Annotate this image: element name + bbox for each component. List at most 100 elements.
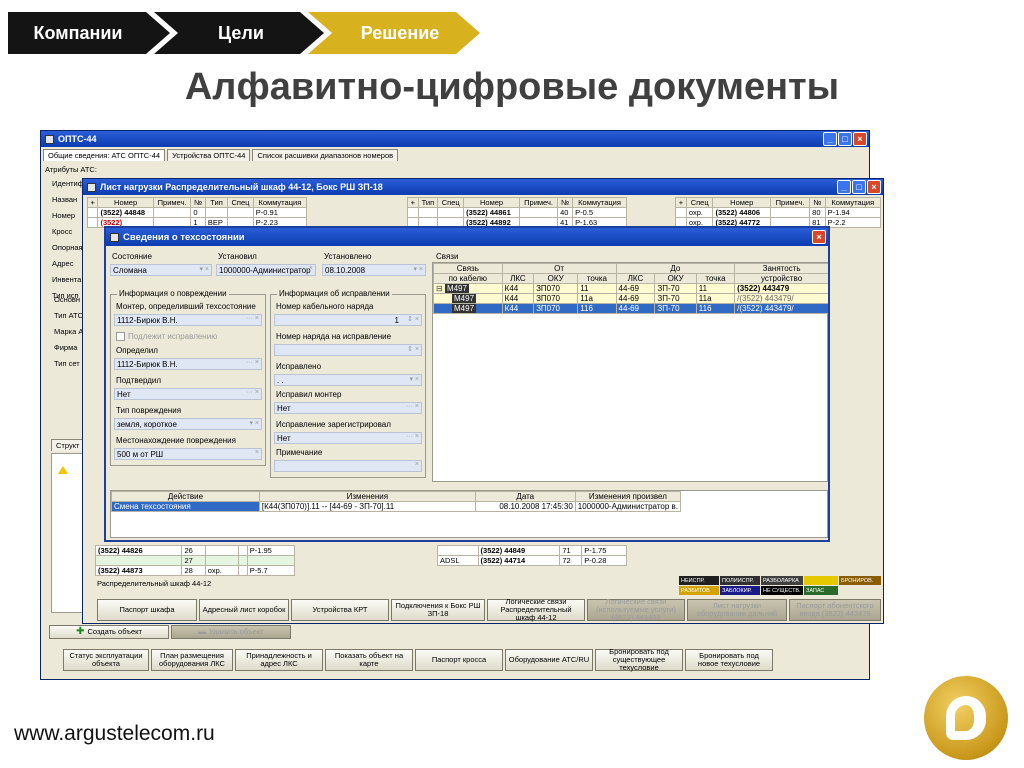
col-header[interactable]: Изменения: [258, 491, 476, 502]
far-load-sheet-button[interactable]: Лист нагрузки оборудования дальний: [687, 599, 787, 621]
checkbox-icon[interactable]: [116, 332, 125, 341]
calendar-icon[interactable]: ▾ ×: [413, 265, 423, 273]
col-header[interactable]: Коммутация: [252, 197, 308, 208]
col-header[interactable]: по кабелю: [433, 273, 503, 284]
logical-links-button[interactable]: Логические связи Распределительный шкаф …: [487, 598, 585, 622]
col-header[interactable]: ОКУ: [533, 273, 579, 284]
footer-url[interactable]: www.argustelecom.ru: [14, 722, 215, 746]
table-row[interactable]: (3522) 44849 71 Р-1.75: [437, 545, 627, 556]
dialog-titlebar[interactable]: Сведения о техсостоянии ×: [106, 228, 828, 246]
nav-step-solution[interactable]: Решение: [308, 12, 480, 54]
close-icon[interactable]: ×: [812, 230, 826, 244]
col-header[interactable]: ЛКС: [615, 273, 656, 284]
note-field[interactable]: ×: [274, 460, 422, 472]
close-icon[interactable]: ×: [867, 180, 881, 194]
delete-object-button[interactable]: ▬ Удалить объект: [171, 625, 291, 639]
table-row[interactable]: 27: [94, 555, 296, 566]
fixed-date-field[interactable]: . . ▾ ×: [274, 374, 422, 386]
collapse-icon[interactable]: ⊟: [436, 285, 443, 293]
col-header[interactable]: Спец: [437, 197, 465, 208]
fitter-field[interactable]: 1112-Бирюк В.Н. ··· ×: [114, 314, 262, 326]
reserve-existing-button[interactable]: Бронировать под существующее техусловие: [595, 648, 683, 672]
state-field[interactable]: Сломана ▾ ×: [110, 264, 212, 276]
cable-order-field[interactable]: 1 ⇕ ×: [274, 314, 422, 326]
ellipsis-icon[interactable]: ··· ×: [406, 403, 419, 410]
create-object-button[interactable]: ✚ Создать объект: [49, 625, 169, 639]
cabinet-passport-button[interactable]: Паспорт шкафа: [97, 599, 197, 621]
col-header[interactable]: Спец: [227, 197, 254, 208]
col-header[interactable]: Связь: [433, 263, 503, 274]
logical-links-used-button[interactable]: Логические связи (используемые услуги) (…: [587, 598, 685, 622]
col-header[interactable]: +: [675, 197, 687, 208]
col-header[interactable]: Спец: [685, 197, 714, 208]
dropdown-icon[interactable]: ▾ ×: [199, 265, 209, 273]
col-header[interactable]: №: [190, 197, 206, 208]
fixed-by-field[interactable]: Нет ··· ×: [274, 402, 422, 414]
col-header[interactable]: +: [407, 197, 419, 208]
fix-registered-field[interactable]: Нет ··· ×: [274, 432, 422, 444]
main-window-titlebar[interactable]: ОПТС-44 _ □ ×: [41, 131, 869, 147]
col-header[interactable]: ЛКС: [501, 273, 535, 284]
cross-passport-button[interactable]: Паспорт кросса: [415, 649, 503, 671]
table-row[interactable]: ADSL (3522) 44714 72 Р-0.28: [437, 555, 627, 566]
col-header[interactable]: Дата: [474, 491, 576, 502]
minimize-icon[interactable]: _: [837, 180, 851, 194]
dropdown-icon[interactable]: ▾ ×: [249, 419, 259, 427]
table-row[interactable]: (3522) 44826 26 Р-1.95: [94, 545, 296, 556]
col-header[interactable]: Номер: [97, 197, 154, 208]
col-header[interactable]: точка: [695, 273, 736, 284]
box-connections-button[interactable]: Подключения к Бокс РШ ЗП-18: [391, 599, 485, 621]
col-header[interactable]: №: [809, 197, 826, 208]
load-sheet-titlebar[interactable]: Лист нагрузки Распределительный шкаф 44-…: [83, 179, 883, 195]
ellipsis-icon[interactable]: ··· ×: [300, 265, 313, 272]
col-header[interactable]: От: [501, 263, 617, 274]
col-header[interactable]: Номер: [712, 197, 771, 208]
col-header[interactable]: №: [557, 197, 574, 208]
col-header[interactable]: Занятость: [734, 263, 828, 274]
tab-ranges[interactable]: Список расшивки диапазонов номеров: [252, 149, 399, 161]
col-header[interactable]: Действие: [111, 491, 260, 502]
col-header[interactable]: Номер: [463, 197, 521, 208]
status-button[interactable]: Статус эксплуатации объекта: [63, 649, 149, 671]
table-row[interactable]: охр. (3522) 44806 80 Р-1.94: [675, 207, 882, 218]
needs-fix-checkbox[interactable]: Подлежит исправлению: [116, 332, 217, 341]
spinner-icon[interactable]: ⇕ ×: [407, 315, 419, 323]
ellipsis-icon[interactable]: ··· ×: [246, 389, 259, 396]
col-header[interactable]: До: [615, 263, 736, 274]
table-row[interactable]: М497 К44 ЗП070 11а 44-69 ЗП-70 11а /(352…: [433, 293, 828, 304]
ellipsis-icon[interactable]: ··· ×: [406, 433, 419, 440]
tab-general[interactable]: Общие сведения: АТС ОПТС-44: [43, 149, 166, 161]
ellipsis-icon[interactable]: ··· ×: [246, 359, 259, 366]
table-row[interactable]: (3522) 44861 40 Р-0.5: [407, 207, 627, 218]
tab-devices[interactable]: Устройства ОПТС-44: [167, 149, 251, 161]
repair-order-field[interactable]: ⇕ ×: [274, 344, 422, 356]
col-header[interactable]: Тип: [417, 197, 439, 208]
address-button[interactable]: Принадлежность и адрес ЛКС: [235, 649, 323, 671]
col-header[interactable]: Коммутация: [572, 197, 627, 208]
damage-type-field[interactable]: земля, короткое ▾ ×: [114, 418, 262, 430]
show-on-map-button[interactable]: Показать объект на карте: [325, 649, 413, 671]
col-header[interactable]: Примеч.: [152, 197, 192, 208]
table-row[interactable]: ⊟ М497 К44 ЗП070 11 44-69 ЗП-70 11 (3522…: [433, 283, 828, 294]
clear-icon[interactable]: ×: [415, 461, 419, 468]
table-row-selected[interactable]: М497 К44 ЗП070 116 44-69 ЗП-70 116 /(352…: [433, 303, 828, 314]
clear-icon[interactable]: ×: [255, 449, 259, 456]
tab-structure[interactable]: Структ: [51, 439, 85, 451]
col-header[interactable]: устройство: [734, 273, 828, 284]
close-icon[interactable]: ×: [853, 132, 867, 146]
maximize-icon[interactable]: □: [838, 132, 852, 146]
col-header[interactable]: ОКУ: [654, 273, 697, 284]
col-header[interactable]: Примеч.: [769, 197, 811, 208]
location-field[interactable]: 500 м от РШ ×: [114, 448, 262, 460]
address-list-button[interactable]: Адресный лист коробок: [199, 599, 289, 621]
krt-devices-button[interactable]: Устройства КРТ: [291, 599, 389, 621]
nav-step-companies[interactable]: Компании: [8, 12, 170, 54]
placement-plan-button[interactable]: План размещения оборудования ЛКС: [151, 649, 233, 671]
col-header[interactable]: +: [86, 197, 99, 208]
ellipsis-icon[interactable]: ··· ×: [246, 315, 259, 322]
installed-by-field[interactable]: 1000000-Администратор ··· ×: [216, 264, 316, 276]
nav-step-goals[interactable]: Цели: [154, 12, 324, 54]
determined-field[interactable]: 1112-Бирюк В.Н. ··· ×: [114, 358, 262, 370]
installed-date-field[interactable]: 08.10.2008 ▾ ×: [322, 264, 426, 276]
col-header[interactable]: Тип: [204, 197, 229, 208]
